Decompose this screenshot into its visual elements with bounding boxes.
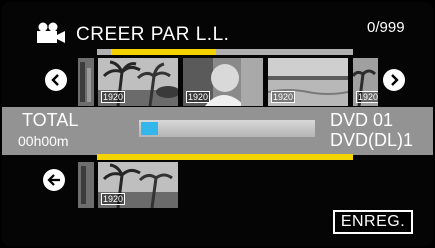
chevron-right-icon [391,74,399,86]
previous-button[interactable] [45,69,67,91]
info-bar: TOTAL 00h00m DVD 01 DVD(DL)1 [2,107,433,155]
resolution-badge: 1920 [186,91,211,103]
chevron-left-icon [51,74,59,86]
total-label: TOTAL [22,110,79,130]
disc-count-dvd-dl: DVD(DL)1 [330,130,414,150]
thumbnail[interactable]: 1920 [183,58,263,106]
capacity-bar-fill [141,122,158,135]
scene-progress-track [97,49,353,55]
resolution-badge: 1920 [356,91,378,103]
selected-thumbnail[interactable]: 1920 [98,162,178,208]
arrow-left-icon [47,174,60,186]
thumbnail-partial-left[interactable] [78,58,94,106]
thumbnail-strip: 1920 1920 1920 1920 [78,58,378,106]
selected-partial-left[interactable] [78,162,94,208]
movie-camera-icon [37,22,65,43]
next-button[interactable] [383,69,405,91]
header: CREER PAR L.L. 0/999 [2,2,433,46]
save-button[interactable]: ENREG. [333,210,413,234]
thumbnail[interactable]: 1920 [268,58,348,106]
resolution-badge: 1920 [101,193,126,205]
selection-divider [97,154,353,160]
thumbnail-partial-right[interactable]: 1920 [353,58,378,106]
scene-counter: 0/999 [367,19,405,36]
page-title: CREER PAR L.L. [76,24,230,45]
screen: CREER PAR L.L. 0/999 1920 1920 1920 1920… [2,2,433,246]
thumbnail[interactable]: 1920 [98,58,178,106]
disc-count-dvd: DVD 01 [330,110,394,130]
total-time: 00h00m [18,133,69,149]
resolution-badge: 1920 [101,91,126,103]
resolution-badge: 1920 [271,91,296,103]
capacity-bar [139,120,315,137]
selected-scenes-strip: 1920 [78,162,178,208]
back-button[interactable] [43,169,65,191]
scene-progress-fill [111,49,216,55]
